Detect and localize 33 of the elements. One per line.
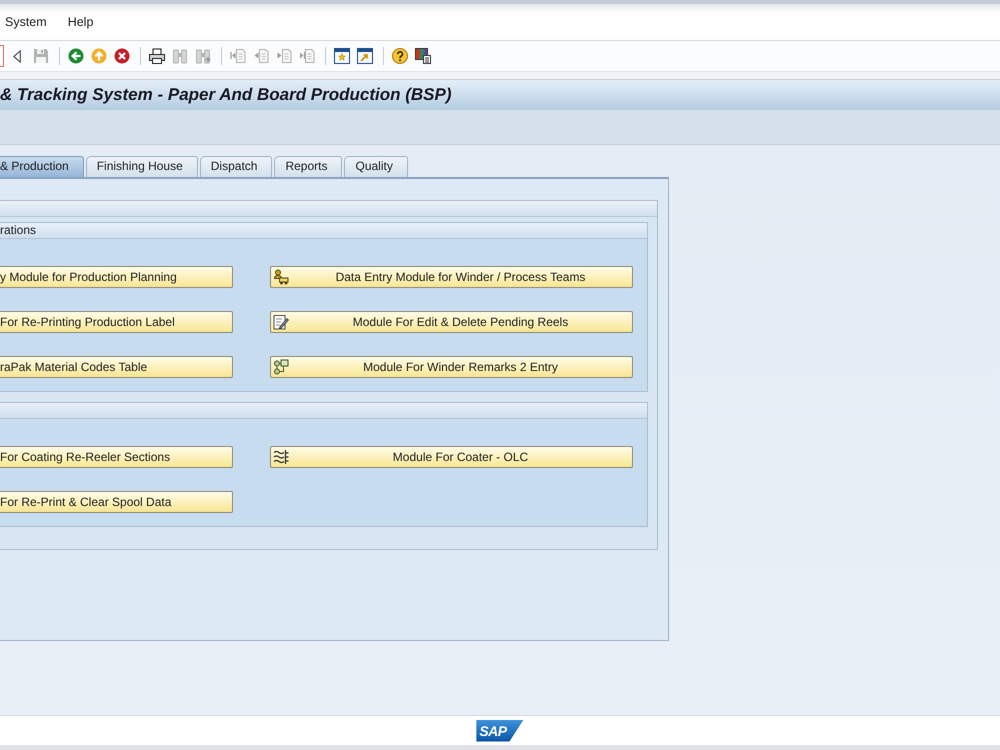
module-button[interactable]: Module For Winder Remarks 2 Entry [270, 356, 633, 378]
tab[interactable]: Quality [344, 156, 408, 177]
module-button[interactable]: raPak Material Codes Table [0, 356, 233, 378]
command-field[interactable] [0, 45, 4, 67]
shortcut-icon[interactable] [357, 48, 373, 64]
left-triangle-icon[interactable] [13, 50, 21, 62]
module-button[interactable]: y Module for Production Planning [0, 266, 233, 288]
module-button[interactable]: For Coating Re-Reeler Sections [0, 446, 233, 468]
module-button[interactable]: For Re-Print & Clear Spool Data [0, 491, 233, 513]
waves-icon [273, 449, 289, 465]
tab[interactable]: Reports [274, 156, 342, 177]
person-icon [273, 269, 289, 285]
menu-item[interactable]: Help [68, 12, 94, 32]
menu-item[interactable]: System [5, 12, 47, 32]
logo: SAP [476, 720, 524, 742]
cancel-icon[interactable] [114, 48, 130, 64]
print-icon[interactable] [149, 48, 165, 64]
layout-icon[interactable] [415, 48, 431, 64]
module-button[interactable]: Module For Edit & Delete Pending Reels [270, 311, 633, 333]
new-window-icon[interactable] [334, 48, 350, 64]
help-icon[interactable] [392, 48, 408, 64]
back-icon[interactable] [68, 48, 84, 64]
module-button[interactable]: For Re-Printing Production Label [0, 311, 233, 333]
tab[interactable]: & Production [0, 156, 84, 177]
module-button[interactable]: Data Entry Module for Winder / Process Teams [270, 266, 633, 288]
edit-icon [273, 314, 289, 330]
group-header: rations [0, 223, 647, 239]
screen-title: & Tracking System - Paper And Board Production (BSP) [0, 84, 452, 106]
up-arrow-icon[interactable] [91, 48, 107, 64]
network-icon [273, 359, 289, 375]
module-button[interactable]: Module For Coater - OLC [270, 446, 633, 468]
tab[interactable]: Dispatch [200, 156, 272, 177]
tab[interactable]: Finishing House [86, 156, 198, 177]
